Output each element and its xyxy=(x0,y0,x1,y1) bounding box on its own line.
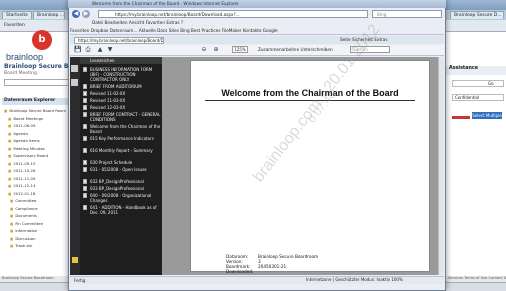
background-tab[interactable]: Brainloop Secure D... xyxy=(450,11,504,19)
tree-item[interactable]: 2011-11-09 xyxy=(8,176,35,181)
bookmark-page-icon xyxy=(83,167,87,172)
background-tab[interactable]: Brainloop ... xyxy=(33,11,65,19)
bookmark-item[interactable]: Welcome from the Chairman of the Board xyxy=(90,124,162,134)
select-multiple-button[interactable]: Select Multiple Items xyxy=(472,112,502,125)
right-panel-header: Assistance xyxy=(446,66,506,75)
tree-item[interactable]: Board Meetings xyxy=(8,116,43,121)
left-page-subtitle: Board Meeting xyxy=(4,71,37,76)
bookmark-item[interactable]: 033 BP_DesignProfessional xyxy=(90,186,162,191)
bookmark-page-icon xyxy=(83,148,87,153)
tree-item[interactable]: Discussion xyxy=(10,236,35,241)
bookmark-item[interactable]: BRIEF FORM CONTRACT - GENERAL CONDITIONS xyxy=(90,112,162,122)
right-red-marker xyxy=(452,116,470,119)
print-icon[interactable]: ⎙ xyxy=(84,46,92,54)
bookmarks-icon[interactable] xyxy=(71,79,78,86)
pdf-toolbar-actions[interactable]: Zusammenarbeiten Unterschreiben xyxy=(258,47,333,52)
search-box[interactable]: Bing xyxy=(372,10,442,18)
forward-icon[interactable]: ▶ xyxy=(82,10,90,18)
bookmark-page-icon xyxy=(83,91,87,96)
bookmark-page-icon xyxy=(83,186,87,191)
tree-item[interactable]: Trash bin xyxy=(10,243,32,248)
brainloop-logo-icon: b xyxy=(32,30,52,50)
bookmark-item[interactable]: Revised 12-03-XX xyxy=(90,105,162,110)
tree-item[interactable]: 2011-10-26 xyxy=(8,168,35,173)
bookmarks-panel xyxy=(80,57,162,275)
tree-item[interactable]: Committee xyxy=(10,198,36,203)
tree-item[interactable]: Agenda Items xyxy=(8,138,39,143)
background-favorites-label[interactable]: Favoriten xyxy=(4,23,25,28)
bookmarks-header: Lesezeichen xyxy=(80,57,162,64)
metadata-key: Downloaded: xyxy=(226,269,254,274)
page-up-icon[interactable]: ▲ xyxy=(96,46,104,54)
bookmark-page-icon xyxy=(83,98,87,103)
zoom-out-icon[interactable]: ⊖ xyxy=(200,46,208,54)
bookmark-page-icon xyxy=(83,112,87,117)
right-select-field[interactable]: Confidential xyxy=(452,94,504,101)
tree-item[interactable]: Supervisory Board xyxy=(8,153,48,158)
bookmark-item[interactable]: 031 - 05/2008 - Open Issues xyxy=(90,167,162,172)
tree-item[interactable]: Fin Committee xyxy=(10,221,43,226)
status-zone: Internetzone | Geschützter Modus: Inakti… xyxy=(306,277,403,282)
favorites-bar[interactable]: Favoriten Dropbox Datenraum... Aktuelle … xyxy=(70,27,444,35)
bookmark-item[interactable]: BUSINESS INFORMATION FORM (BIF) - CONSTR… xyxy=(90,67,162,82)
bookmark-page-icon xyxy=(83,179,87,184)
metadata-value: Brainloop Secure Boardroom xyxy=(258,254,319,259)
tree-item[interactable]: 2011-12-14 xyxy=(8,183,35,188)
bookmark-item[interactable]: 041 - ADDITION - Handbook as of Dec. 09,… xyxy=(90,205,162,215)
bookmark-item[interactable]: 015 Key Performance Indicators xyxy=(90,136,162,141)
tree-item[interactable]: 2011-09-15 xyxy=(8,161,35,166)
tree-item[interactable]: Compliance xyxy=(10,206,37,211)
bookmark-item[interactable]: Revised 11-03-XX xyxy=(90,98,162,103)
menu-bar[interactable]: Datei Bearbeiten Ansicht Favoriten Extra… xyxy=(70,19,444,26)
bookmark-page-icon xyxy=(83,67,87,72)
background-tab[interactable]: Startseite xyxy=(2,11,32,19)
bookmark-page-icon xyxy=(83,193,87,198)
metadata-value: 20450301-21 xyxy=(258,264,287,269)
tree-item[interactable]: 2012-01-18 xyxy=(8,191,35,196)
back-icon[interactable]: ◀ xyxy=(72,10,80,18)
zoom-in-icon[interactable]: ⊕ xyxy=(212,46,220,54)
bookmark-page-icon xyxy=(83,124,87,129)
go-button[interactable]: Go xyxy=(488,81,494,86)
bookmark-item[interactable]: 030 Project Schedule xyxy=(90,160,162,165)
bookmark-item[interactable]: 016 Monthly Report - Summary xyxy=(90,148,162,153)
bookmark-item[interactable]: Revised 11-02-XX xyxy=(90,91,162,96)
bookmark-item[interactable]: 032 BP_DesignProfessional xyxy=(90,179,162,184)
bookmark-item[interactable]: BRIEF FROM AUDITORIUM xyxy=(90,84,162,89)
navigation-pane-icons xyxy=(70,57,80,275)
save-icon[interactable]: 💾 xyxy=(74,46,82,54)
bookmark-page-icon xyxy=(83,136,87,141)
bookmark-page-icon xyxy=(83,84,87,89)
tree-item[interactable]: Documents xyxy=(10,213,37,218)
zoom-level[interactable]: 125% xyxy=(232,46,248,53)
browser-tab[interactable]: https://my.brainloop.net/brainloop/Board… xyxy=(74,37,164,44)
vertical-scrollbar[interactable] xyxy=(438,57,444,275)
pages-icon[interactable] xyxy=(71,65,78,72)
bookmark-page-icon xyxy=(83,205,87,210)
address-bar[interactable]: https://my.brainloop.net/brainloop/Board… xyxy=(98,10,368,18)
bookmark-item[interactable]: 040 - 09/2008 - Organizational Changes xyxy=(90,193,162,203)
brainloop-logo-text: brainloop xyxy=(6,52,44,62)
attachment-icon[interactable] xyxy=(72,257,78,263)
bookmark-page-icon xyxy=(83,160,87,165)
tree-item[interactable]: 2011-06-09 xyxy=(8,123,35,128)
page-down-icon[interactable]: ▼ xyxy=(106,46,114,54)
bookmark-page-icon xyxy=(83,105,87,110)
tree-item[interactable]: Meeting Minutes xyxy=(8,146,44,151)
right-input[interactable] xyxy=(452,80,504,87)
tree-item[interactable]: Information xyxy=(10,228,37,233)
tree-item[interactable]: Brainloop Secure Board Room xyxy=(4,108,66,113)
tree-item[interactable]: Agenda xyxy=(8,131,28,136)
window-title: Welcome from the Chairman of the Board -… xyxy=(68,0,446,8)
